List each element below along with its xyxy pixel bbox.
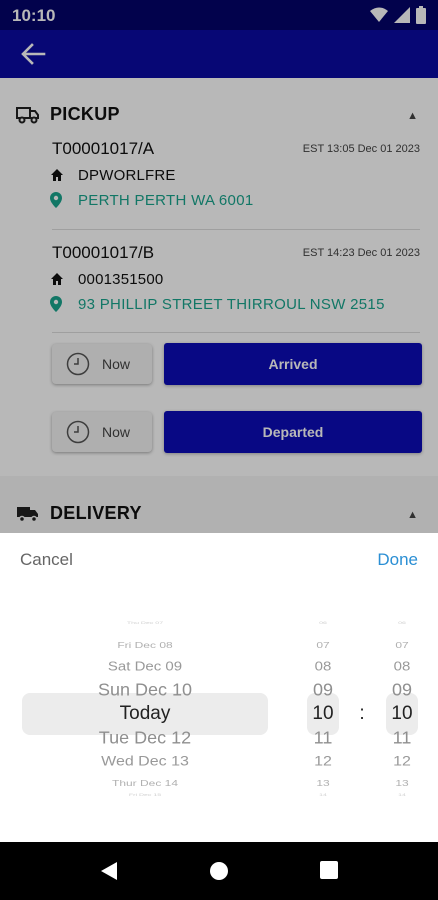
date-wheel-item[interactable]: Sat Dec 09 (60, 659, 230, 673)
time-separator: : (359, 703, 365, 724)
minute-wheel-item[interactable]: 12 (382, 755, 422, 770)
cancel-button[interactable]: Cancel (20, 550, 73, 570)
date-wheel-item[interactable]: Sun Dec 10 (60, 681, 230, 701)
hour-wheel-item[interactable]: 10 (303, 703, 343, 725)
system-nav-bar (0, 842, 438, 900)
date-wheel-item[interactable]: Today (60, 703, 230, 725)
hour-wheel-item[interactable]: 12 (303, 755, 343, 770)
done-button[interactable]: Done (377, 550, 418, 570)
minute-wheel-item[interactable]: 07 (382, 640, 422, 650)
hour-wheel-item[interactable]: 08 (303, 659, 343, 673)
date-wheel-item[interactable]: Thur Dec 14 (60, 778, 230, 788)
hour-wheel-item[interactable]: 11 (303, 729, 343, 749)
minute-wheel-item[interactable]: 09 (382, 681, 422, 701)
nav-back-icon[interactable] (99, 861, 119, 881)
nav-home-icon[interactable] (209, 861, 229, 881)
minute-wheel-item[interactable]: 06 (382, 622, 422, 625)
date-wheel-item[interactable]: Thu Dec 07 (60, 622, 230, 625)
date-wheel-item[interactable]: Wed Dec 13 (60, 755, 230, 770)
modal-backdrop[interactable] (0, 0, 438, 533)
date-time-picker-sheet: Cancel Done Thu Dec 07 Fri Dec 08 Sat Dec … (0, 533, 438, 842)
minute-wheel-item[interactable]: 13 (382, 778, 422, 788)
hour-wheel-item[interactable]: 13 (303, 778, 343, 788)
hour-wheel-item[interactable]: 09 (303, 681, 343, 701)
minute-wheel-item[interactable]: 11 (382, 729, 422, 749)
date-wheel-item[interactable]: Fri Dec 15 (60, 794, 230, 797)
date-wheel-item[interactable]: Tue Dec 12 (60, 729, 230, 749)
minute-wheel-item[interactable]: 10 (382, 703, 422, 725)
minute-wheel-item[interactable]: 14 (382, 794, 422, 797)
hour-wheel-item[interactable]: 06 (303, 622, 343, 625)
minute-wheel-item[interactable]: 08 (382, 659, 422, 673)
hour-wheel-item[interactable]: 07 (303, 640, 343, 650)
hour-wheel-item[interactable]: 14 (303, 794, 343, 797)
nav-recents-icon[interactable] (320, 861, 338, 879)
date-wheel-item[interactable]: Fri Dec 08 (60, 640, 230, 650)
